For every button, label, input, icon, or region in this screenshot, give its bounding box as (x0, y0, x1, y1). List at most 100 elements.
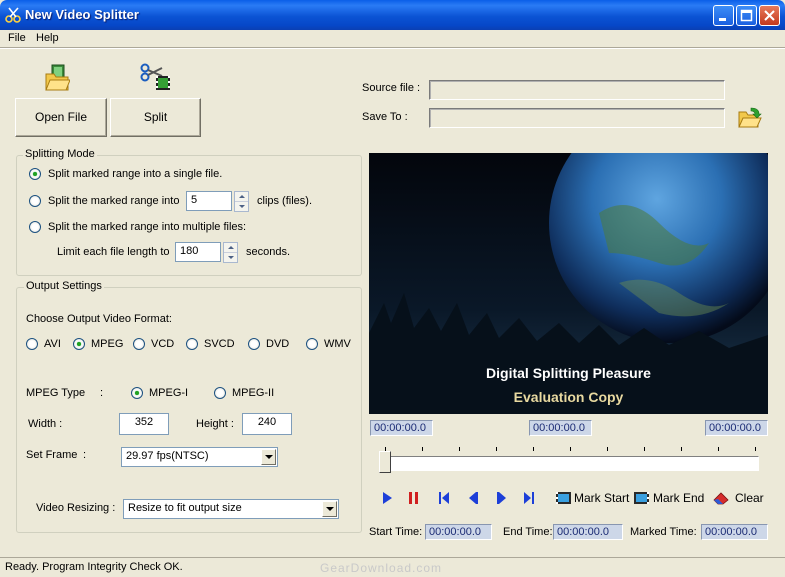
chevron-down-icon[interactable] (322, 501, 337, 517)
arrow-up-icon (228, 246, 234, 249)
spin-up-button[interactable] (224, 243, 237, 253)
tick-mark (718, 447, 719, 451)
menu-help[interactable]: Help (36, 32, 59, 44)
menu-bar: File Help (0, 30, 785, 47)
watermark: GearDownload.com (320, 561, 443, 575)
pause-icon[interactable] (406, 490, 420, 506)
open-file-icon (45, 64, 70, 91)
tick-mark (422, 447, 423, 451)
scissors-icon (5, 7, 21, 23)
radio-format-wmv[interactable] (306, 338, 318, 350)
step-forward-icon[interactable] (495, 490, 509, 506)
arrow-up-icon (239, 195, 245, 198)
tick-mark (681, 447, 682, 451)
arrow-down-icon (239, 204, 245, 208)
format-wmv-label: WMV (324, 338, 351, 350)
format-mpeg-label: MPEG (91, 338, 124, 350)
maximize-icon (740, 9, 753, 22)
timeline-time-left: 00:00:00.0 (370, 420, 433, 436)
tick-mark (533, 447, 534, 451)
window-title: New Video Splitter (25, 7, 139, 22)
menu-file[interactable]: File (8, 32, 26, 44)
video-resizing-select[interactable]: Resize to fit output size (123, 499, 339, 519)
arrow-down-icon (228, 255, 234, 259)
split-button[interactable]: Split (110, 98, 201, 137)
app-window: New Video Splitter File Help Open File S… (0, 0, 785, 577)
mark-end-button[interactable]: Mark End (653, 491, 704, 505)
limit-spinner[interactable] (223, 242, 238, 263)
clips-count-input[interactable]: 5 (186, 191, 232, 211)
save-to-label: Save To : (362, 111, 408, 123)
limit-length-input[interactable]: 180 (175, 242, 221, 262)
timeline-time-mid: 00:00:00.0 (529, 420, 592, 436)
split-scissors-icon (140, 63, 170, 90)
radio-format-avi[interactable] (26, 338, 38, 350)
set-frame-colon: : (83, 449, 87, 461)
status-text: Ready. Program Integrity Check OK. (5, 561, 183, 573)
start-time-value: 00:00:00.0 (425, 524, 492, 540)
close-button[interactable] (759, 5, 780, 26)
title-bar[interactable]: New Video Splitter (0, 0, 785, 30)
choose-format-label: Choose Output Video Format: (26, 313, 172, 325)
clips-spinner[interactable] (234, 191, 249, 212)
radio-mpeg2[interactable] (214, 387, 226, 399)
height-label: Height : (196, 418, 234, 430)
single-file-label: Split marked range into a single file. (48, 168, 223, 180)
skip-to-end-icon[interactable] (522, 490, 536, 506)
set-frame-label: Set Frame (26, 449, 78, 461)
spin-down-button[interactable] (224, 253, 237, 263)
close-icon (764, 10, 775, 21)
timeline-slider-thumb[interactable] (379, 451, 391, 473)
save-to-field[interactable] (429, 108, 725, 128)
play-icon[interactable] (380, 490, 394, 506)
radio-single-file[interactable] (29, 168, 41, 180)
radio-format-vcd[interactable] (133, 338, 145, 350)
height-input[interactable]: 240 (242, 413, 292, 435)
spin-down-button[interactable] (235, 202, 248, 212)
width-input[interactable]: 352 (119, 413, 169, 435)
preview-caption-1: Digital Splitting Pleasure (486, 365, 651, 381)
open-file-button[interactable]: Open File (15, 98, 107, 137)
limit-label: Limit each file length to (57, 246, 170, 258)
radio-mpeg1[interactable] (131, 387, 143, 399)
clear-button[interactable]: Clear (735, 491, 764, 505)
tick-mark (459, 447, 460, 451)
clips-suffix: clips (files). (257, 195, 313, 207)
source-file-field[interactable] (429, 80, 725, 100)
format-dvd-label: DVD (266, 338, 290, 350)
multiple-files-label: Split the marked range into multiple fil… (48, 221, 247, 233)
radio-format-dvd[interactable] (248, 338, 260, 350)
spin-up-button[interactable] (235, 192, 248, 202)
minimize-icon (719, 18, 726, 21)
clips-label: Split the marked range into (48, 195, 180, 207)
radio-format-svcd[interactable] (186, 338, 198, 350)
chevron-down-icon[interactable] (261, 449, 276, 465)
mpeg1-label: MPEG-I (149, 387, 189, 399)
mark-start-button[interactable]: Mark Start (574, 491, 629, 505)
step-back-icon[interactable] (466, 490, 480, 506)
frame-rate-select[interactable]: 29.97 fps(NTSC) (121, 447, 278, 467)
mark-end-icon[interactable] (633, 490, 650, 506)
frame-rate-value: 29.97 fps(NTSC) (126, 450, 209, 462)
width-label: Width : (28, 418, 63, 430)
radio-format-mpeg[interactable] (73, 338, 85, 350)
tick-mark (607, 447, 608, 451)
mpeg-type-colon: : (100, 387, 104, 399)
end-time-label: End Time: (503, 526, 553, 538)
video-resizing-label: Video Resizing : (36, 502, 116, 514)
start-time-label: Start Time: (369, 526, 423, 538)
eraser-icon[interactable] (712, 490, 730, 506)
radio-clips[interactable] (29, 195, 41, 207)
preview-caption-2: Evaluation Copy (513, 389, 624, 405)
timeline-time-right: 00:00:00.0 (705, 420, 768, 436)
mark-start-icon[interactable] (555, 490, 572, 506)
format-vcd-label: VCD (151, 338, 175, 350)
browse-folder-icon[interactable] (738, 106, 762, 130)
timeline-track[interactable] (382, 456, 759, 471)
output-settings-title: Output Settings (24, 280, 104, 292)
tick-mark (755, 447, 756, 451)
skip-to-start-icon[interactable] (437, 490, 451, 506)
radio-multiple-files[interactable] (29, 221, 41, 233)
minimize-button[interactable] (713, 5, 734, 26)
maximize-button[interactable] (736, 5, 757, 26)
